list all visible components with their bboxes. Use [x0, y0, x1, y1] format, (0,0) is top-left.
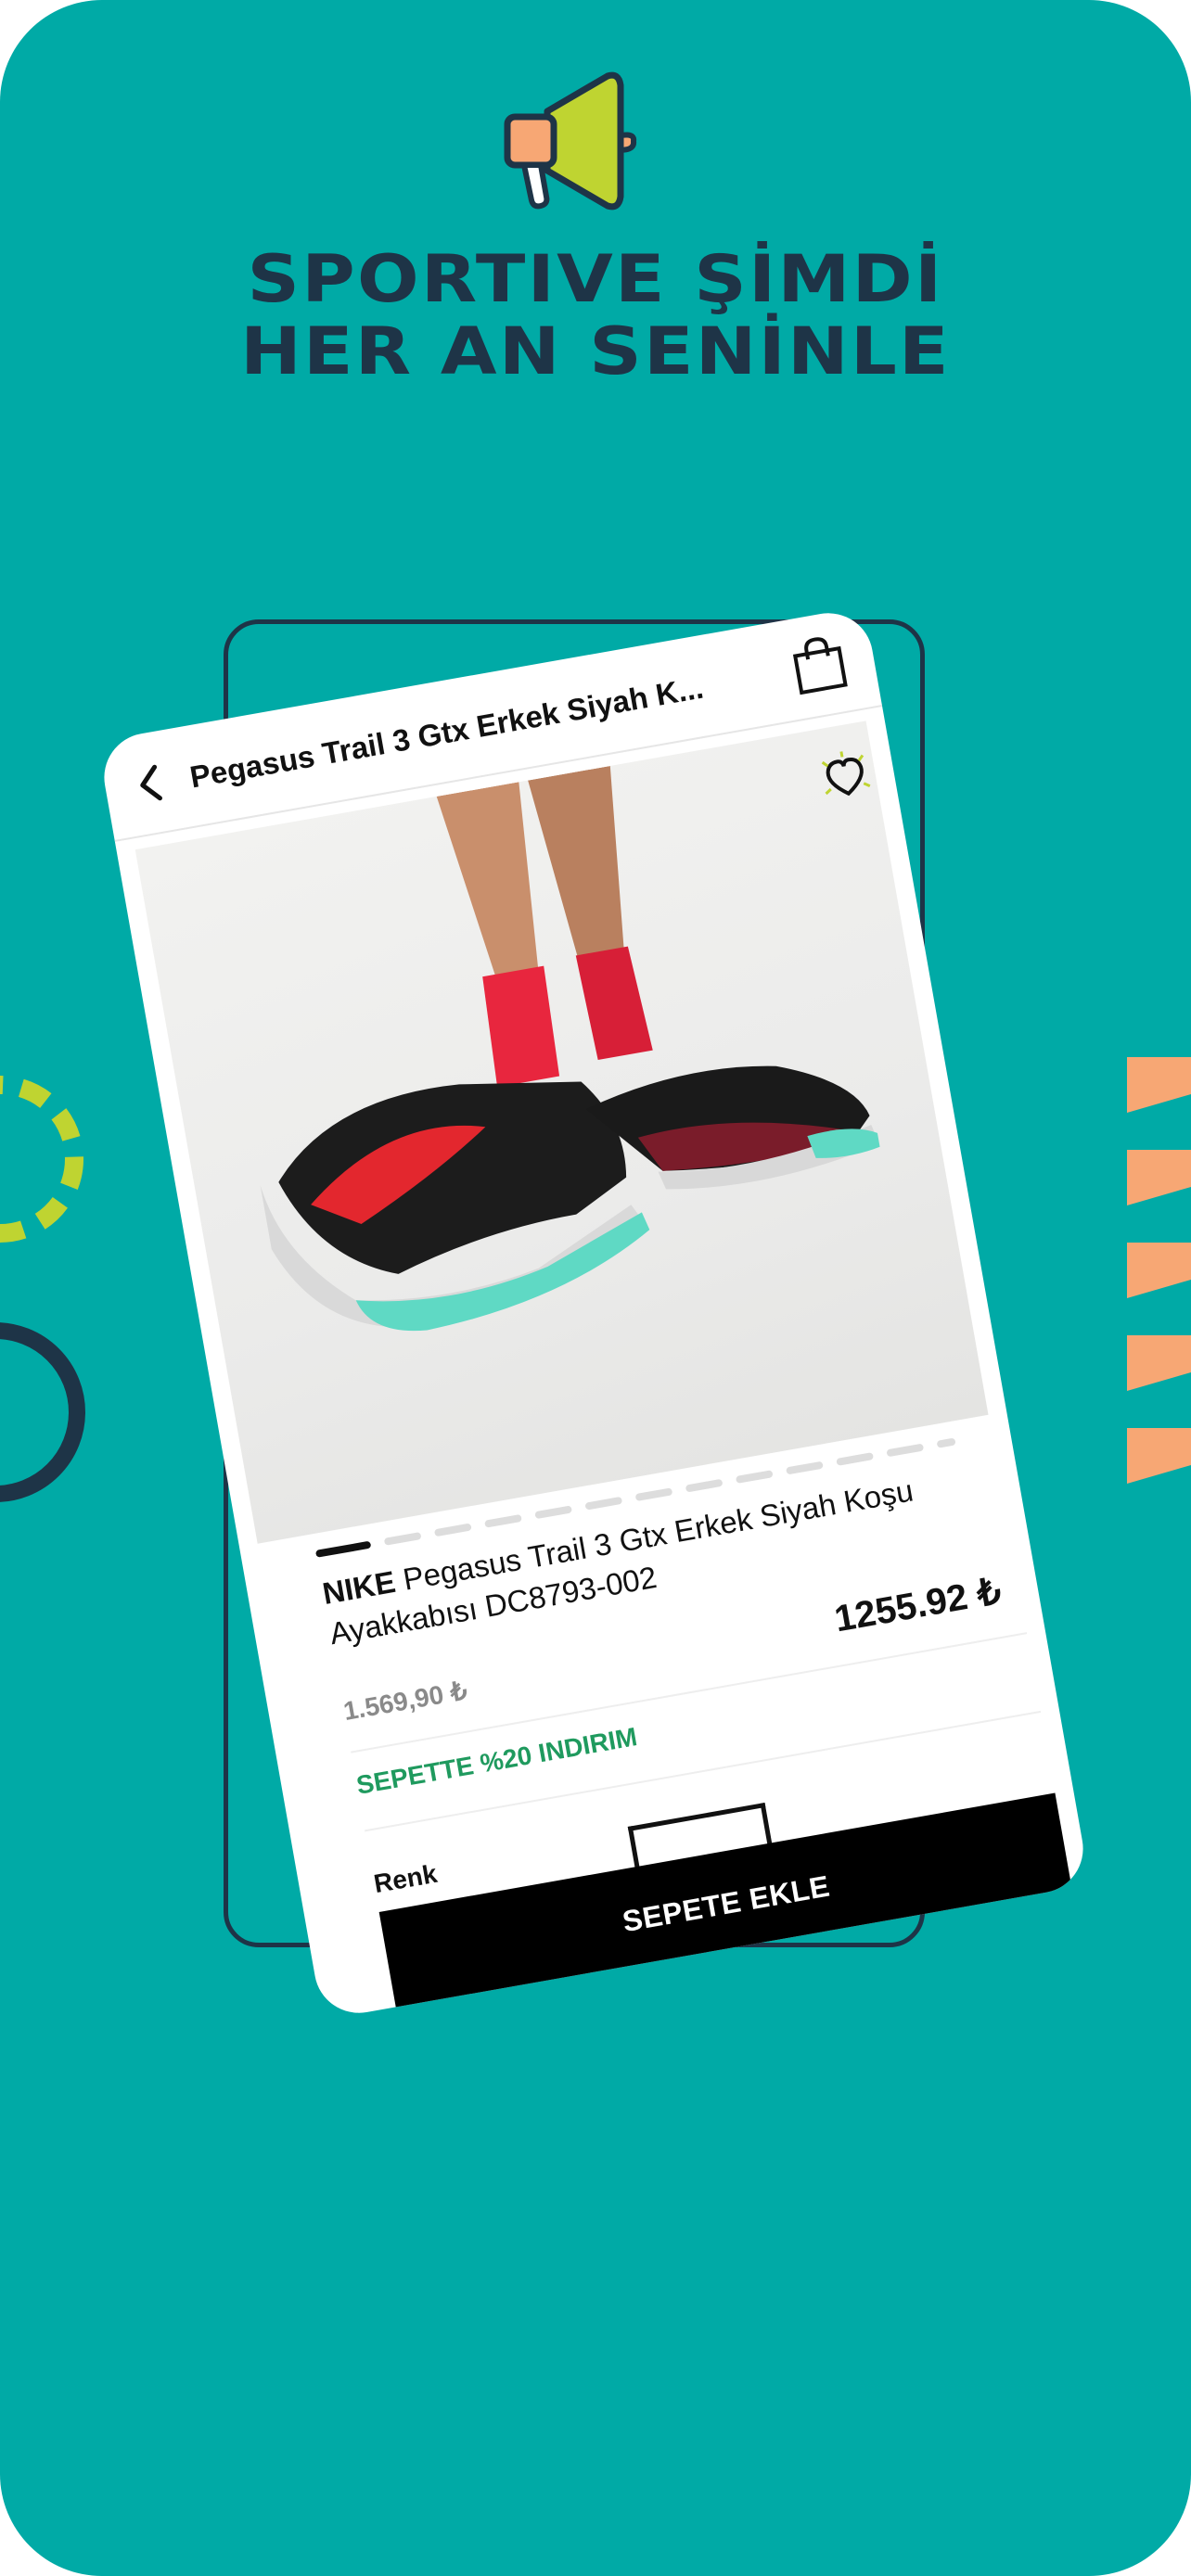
- dashed-ring-decoration: [0, 1076, 83, 1243]
- new-price: 1255.92 ₺: [831, 1570, 1005, 1640]
- ring-decoration: [0, 1322, 85, 1502]
- color-label: Renk: [371, 1858, 440, 1899]
- product-brand: NIKE: [319, 1563, 399, 1611]
- headline: SPORTIVE ŞİMDİ HER AN SENİNLE: [0, 243, 1191, 388]
- old-price: 1.569,90 ₺: [340, 1676, 469, 1727]
- shoe-illustration: [260, 765, 880, 1332]
- heart-icon[interactable]: [813, 745, 878, 810]
- product-image[interactable]: [134, 721, 989, 1544]
- megaphone-icon: [504, 71, 637, 210]
- headline-line-2: HER AN SENİNLE: [240, 313, 951, 389]
- striped-decoration: [1127, 1057, 1191, 1484]
- promo-canvas: SPORTIVE ŞİMDİ HER AN SENİNLE Pegasus Tr…: [0, 0, 1191, 2576]
- chevron-left-icon[interactable]: [124, 757, 178, 810]
- shopping-bag-icon[interactable]: [788, 631, 851, 697]
- headline-line-1: SPORTIVE ŞİMDİ: [247, 241, 944, 317]
